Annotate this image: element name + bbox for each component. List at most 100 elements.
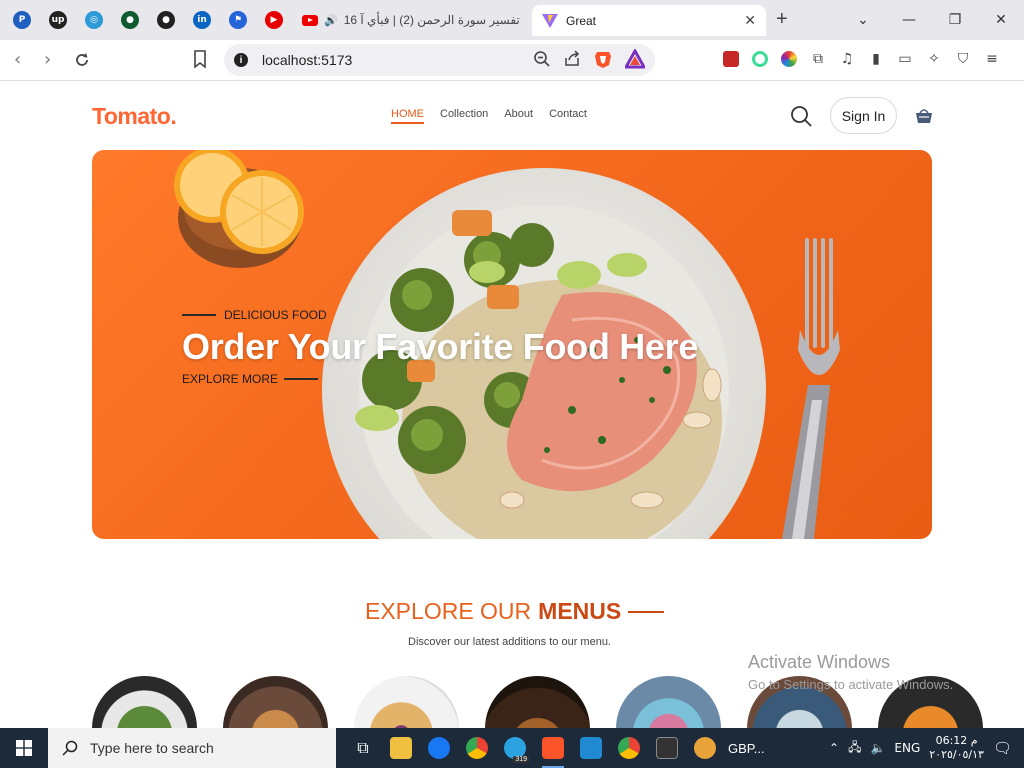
nav-collection[interactable]: Collection [440,108,488,124]
section-title: EXPLORE OUR MENUS [365,598,665,625]
tab-title: 16 تفسير سورة الرحمن (2) | فبأي آ [343,13,520,27]
site-logo[interactable]: Tomato. [92,103,177,130]
vscode-icon[interactable] [572,728,610,768]
linkedin-icon: in [193,11,211,29]
pinned-tab-target[interactable]: ◎ [78,5,110,35]
gbp-ticker[interactable]: GBP... [728,741,765,756]
menu-item-cake[interactable] [616,676,721,728]
forward-icon[interactable]: › [44,50,51,70]
paypal-icon: P [13,11,31,29]
extensions-puzzle-icon[interactable]: ⧉ [809,50,827,68]
volume-icon[interactable]: 🔈 [870,741,885,755]
system-tray: ⌃ 🖧 🔈 ENG 06:12 م ٢٠٢٥/٠٥/١٣ 🗨 [829,728,1024,768]
start-button[interactable] [0,728,48,768]
minimize-icon[interactable]: — [886,12,932,28]
nav-about[interactable]: About [504,108,533,124]
close-window-icon[interactable]: ✕ [978,12,1024,28]
speaker-icon[interactable]: 🔊 [324,14,338,27]
terminal-icon[interactable] [648,728,686,768]
windows-logo-icon [16,740,32,756]
tray-chevron-icon[interactable]: ⌃ [829,741,839,755]
telegram-icon[interactable]: 319 [496,728,534,768]
bookmark-app-icon: ⚑ [229,11,247,29]
activate-title: Activate Windows [748,652,891,672]
extensions-row: ⧉ ♫ ▮ ▭ ✧ ⛉ ≡ [722,50,1001,68]
share-icon[interactable] [563,50,581,68]
clock-time: 06:12 م [935,734,978,747]
menu-item-dessert[interactable] [485,676,590,728]
tagline-text: DELICIOUS FOOD [224,308,327,322]
taskbar-search-placeholder[interactable]: Type here to search [90,740,214,756]
telegram-badge: 319 [513,756,529,763]
leo-ai-icon[interactable]: ✧ [925,50,943,68]
nav-contact[interactable]: Contact [549,108,587,124]
back-icon[interactable]: ‹ [14,50,21,70]
file-explorer-icon[interactable] [382,728,420,768]
brave-shields-icon[interactable] [593,49,613,69]
fork [782,238,840,539]
notifications-icon[interactable]: 🗨 [993,739,1012,757]
hero-tagline: DELICIOUS FOOD [182,308,698,322]
pinned-tab-linkedin[interactable]: in [186,5,218,35]
pinned-tab-paypal[interactable]: P [6,5,38,35]
pinned-tab-github[interactable]: ● [150,5,182,35]
network-icon[interactable]: 🖧 [848,738,861,759]
tagline-line [182,314,216,316]
pinned-tab-mongodb[interactable]: ● [114,5,146,35]
taskbar-search[interactable]: Type here to search [48,728,336,768]
clock[interactable]: 06:12 م ٢٠٢٥/٠٥/١٣ [929,734,984,762]
menu-hamburger-icon[interactable]: ≡ [983,50,1001,68]
sidebar-icon[interactable]: ▮ [867,50,885,68]
explore-more-text[interactable]: EXPLORE MORE [182,372,278,386]
activate-windows-watermark: Activate Windows Go to Settings to activ… [748,652,953,692]
basket-icon[interactable] [914,106,934,126]
brave-icon[interactable] [534,728,572,768]
brave-rewards-icon[interactable] [625,49,645,69]
pinned-tabs: Pup ◎ ● ● in ⚑ ▶ [0,5,290,35]
nav-home[interactable]: HOME [391,108,424,124]
reload-icon[interactable] [73,51,91,69]
upwork-icon: up [49,11,67,29]
taskbar-apps: ⧉ 319 GBP... [344,728,765,768]
menu-item-waffles[interactable] [354,676,459,728]
pinned-tab-upwork[interactable]: up [42,5,74,35]
hero-text-block: DELICIOUS FOOD Order Your Favorite Food … [182,308,698,386]
browser-tab-bar: Pup ◎ ● ● in ⚑ ▶ 🔊 16 تفسير سورة الرحمن (2) | … [0,0,1024,40]
hero-headline: Order Your Favorite Food Here [182,326,699,367]
currency-app-icon[interactable] [686,728,724,768]
restore-icon[interactable]: ❐ [932,12,978,28]
language-indicator[interactable]: ENG [894,741,920,755]
browser-toolbar: ‹ › i localhost:5173 ⧉ ♫ ▮ ▭ ✧ ⛉ ≡ [0,40,1024,81]
search-icon[interactable] [790,105,812,127]
chrome-icon[interactable] [458,728,496,768]
tab-great[interactable]: Great ✕ [532,5,766,36]
wallet-icon[interactable]: ▭ [896,50,914,68]
github-icon: ● [157,11,175,29]
close-tab-icon[interactable]: ✕ [744,12,756,29]
target-icon: ◎ [85,11,103,29]
url-text[interactable]: localhost:5173 [262,52,352,68]
address-bar[interactable]: i localhost:5173 [224,44,655,76]
media-music-icon[interactable]: ♫ [838,50,856,68]
task-view-icon[interactable]: ⧉ [344,728,382,768]
sign-in-button[interactable]: Sign In [830,97,897,134]
section-subtitle: Discover our latest additions to our men… [408,636,611,648]
tab-youtube-tafsir[interactable]: 🔊 16 تفسير سورة الرحمن (2) | فبأي آ [294,5,530,35]
extension-color-wheel-icon[interactable] [780,50,798,68]
windows-taskbar: Type here to search ⧉ 319 GBP... ⌃ 🖧 🔈 E… [0,728,1024,768]
vpn-shield-icon[interactable]: ⛉ [954,50,972,68]
menu-item-rolls[interactable] [223,676,328,728]
explore-more-link[interactable]: EXPLORE MORE [182,372,698,386]
new-tab-icon[interactable]: + [776,9,788,29]
facebook-icon[interactable] [420,728,458,768]
extension-red-icon[interactable] [722,50,740,68]
bookmark-icon[interactable] [192,50,208,68]
pinned-tab-bookmark-app[interactable]: ⚑ [222,5,254,35]
extension-green-circle-icon[interactable] [751,50,769,68]
pinned-tab-youtube[interactable]: ▶ [258,5,290,35]
menu-item-salad[interactable] [92,676,197,728]
zoom-icon[interactable] [533,50,551,68]
site-info-icon[interactable]: i [234,53,248,67]
tab-search-chevron-icon[interactable]: ⌄ [840,12,886,28]
chrome-profile-icon[interactable] [610,728,648,768]
